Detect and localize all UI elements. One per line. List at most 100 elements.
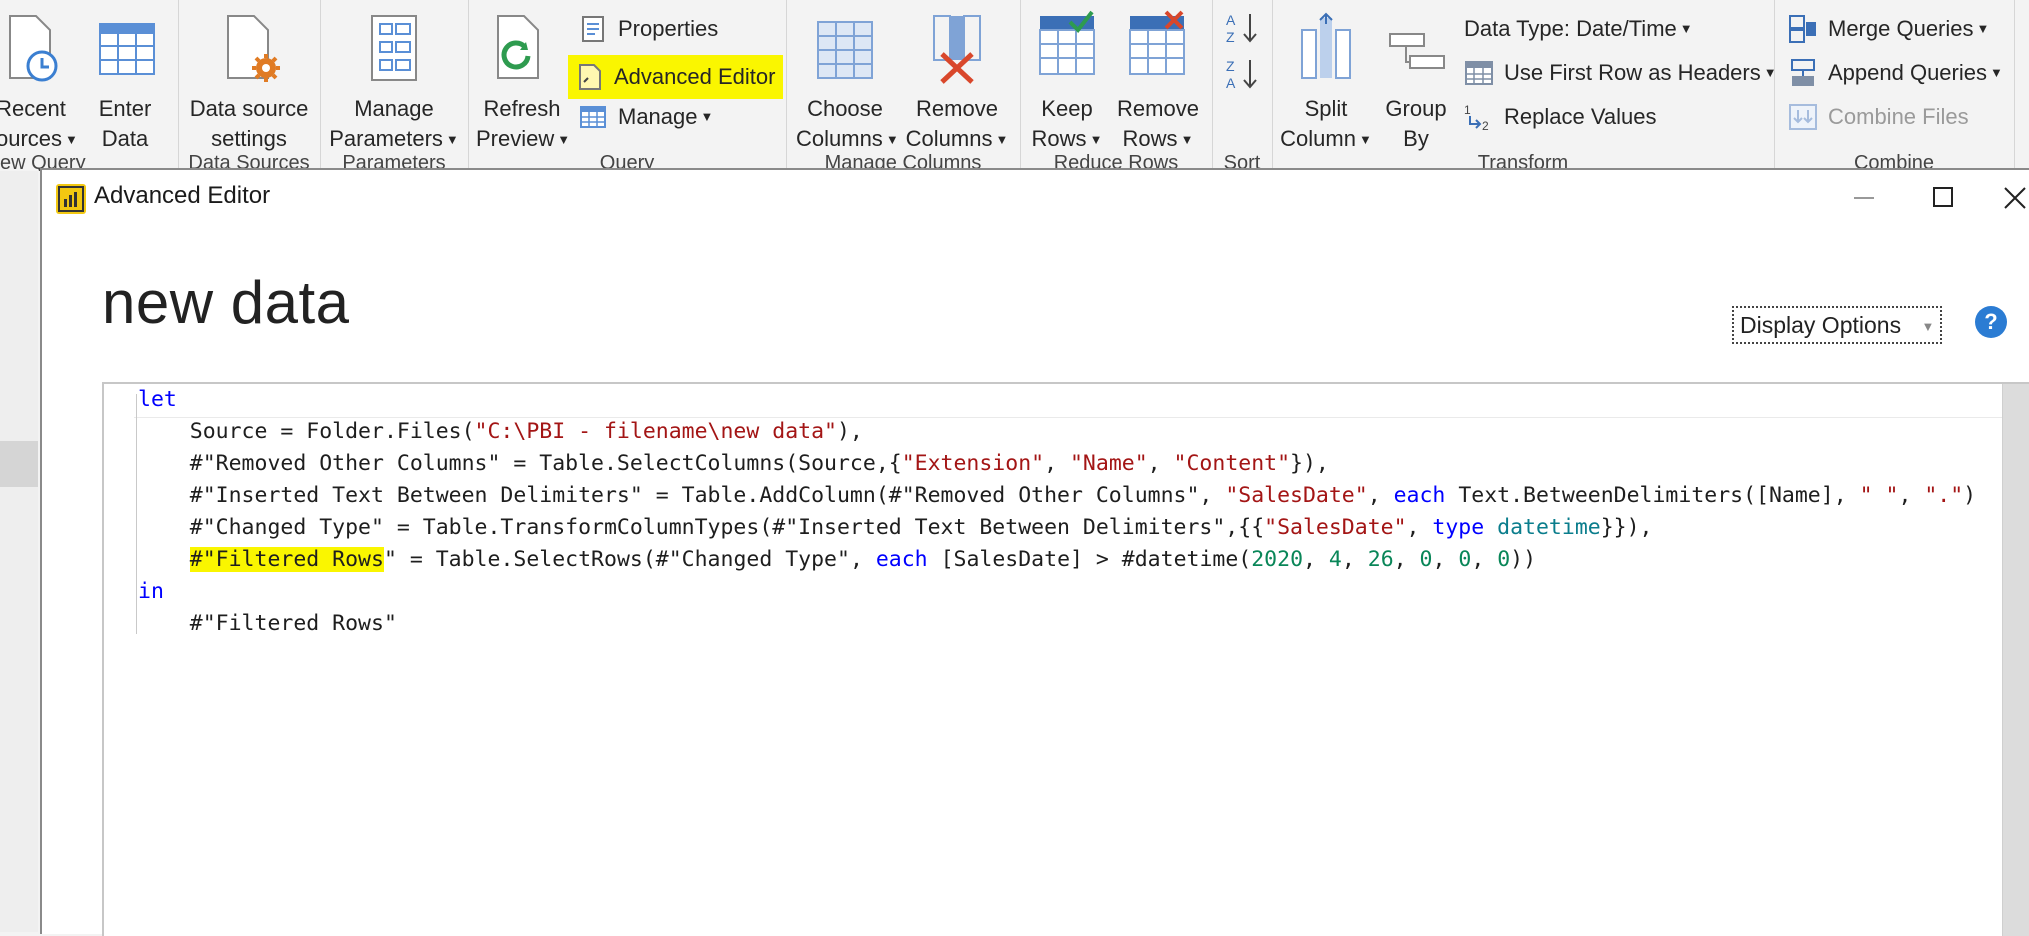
power-bi-icon — [56, 184, 86, 214]
chevron-down-icon: ▼ — [1976, 21, 1990, 36]
properties-icon — [578, 14, 608, 44]
merge-queries-button[interactable]: Merge Queries ▼ — [1788, 11, 1989, 47]
chevron-down-icon: ▼ — [1089, 132, 1103, 147]
manage-button[interactable]: Manage ▼ — [578, 99, 713, 135]
code-editor[interactable]: let Source = Folder.Files("C:\PBI - file… — [102, 382, 2029, 936]
svg-text:Z: Z — [1226, 29, 1235, 45]
code-line-4: #"Inserted Text Between Delimiters" = Ta… — [138, 483, 1977, 508]
window-title: Advanced Editor — [94, 182, 271, 209]
minimize-icon — [1854, 197, 1874, 199]
chevron-down-icon: ▼ — [995, 132, 1009, 147]
replace-values-button[interactable]: 12 Replace Values — [1464, 99, 1656, 135]
chevron-down-icon: ▼ — [1180, 132, 1194, 147]
chevron-down-icon: ▼ — [1358, 132, 1372, 147]
svg-text:Z: Z — [1226, 58, 1235, 74]
remove-columns-button[interactable]: Remove Columns ▼ — [904, 8, 1010, 151]
sort-ascending-icon: AZ — [1226, 12, 1257, 45]
refresh-preview-button[interactable]: Refresh Preview ▼ — [476, 8, 571, 151]
maximize-icon — [1933, 187, 1953, 207]
highlighted-step-name: #"Filtered Rows — [189, 547, 384, 572]
group-transform: Split Column ▼ Group By Data Type: Date/T… — [1272, 0, 1777, 171]
advanced-editor-button[interactable]: Advanced Editor — [568, 55, 784, 99]
close-icon — [2004, 187, 2026, 209]
chevron-down-icon: ▼ — [445, 132, 459, 147]
left-panel-selected-item[interactable] — [0, 441, 38, 487]
remove-rows-icon — [1114, 8, 1202, 94]
query-name-title: new data — [102, 269, 350, 336]
chevron-down-icon: ▼ — [65, 132, 78, 147]
append-queries-button[interactable]: Append Queries ▼ — [1788, 55, 2003, 91]
settings-doc-icon — [182, 8, 316, 94]
sort-ascending-button[interactable]: AZ — [1224, 10, 1260, 46]
data-source-settings-button[interactable]: Data source settings — [182, 8, 316, 151]
maximize-button[interactable] — [1921, 178, 1965, 218]
code-line-6: #"Filtered Rows" = Table.SelectRows(#"Ch… — [189, 547, 1537, 572]
code-scrollbar[interactable] — [2002, 384, 2029, 936]
svg-text:A: A — [1226, 75, 1236, 91]
sort-descending-button[interactable]: ZA — [1224, 56, 1260, 92]
group-combine: Merge Queries ▼ Append Queries ▼ Combine F… — [1774, 0, 2015, 171]
sort-descending-icon: ZA — [1226, 58, 1257, 91]
indent-guide — [136, 394, 137, 634]
data-type-dropdown[interactable]: Data Type: Date/Time ▼ — [1464, 11, 1693, 47]
recent-sources-icon — [0, 8, 66, 94]
chevron-down-icon: ▼ — [1990, 65, 2003, 80]
recent-sources-button[interactable]: Recent ources ▼ — [0, 8, 78, 151]
table-icon — [90, 8, 160, 94]
help-icon[interactable]: ? — [1975, 306, 2007, 338]
enter-data-button[interactable]: Enter Data — [90, 8, 160, 151]
remove-columns-icon — [904, 8, 1010, 94]
chevron-down-icon: ▼ — [700, 109, 714, 124]
remove-rows-button[interactable]: Remove Rows ▼ — [1114, 8, 1202, 151]
group-reduce-rows: Keep Rows ▼ Remove Rows ▼ Reduce Rows — [1020, 0, 1213, 171]
group-sort: AZ ZA Sort — [1212, 0, 1273, 171]
code-line-8: #"Filtered Rows" — [138, 611, 397, 636]
svg-text:2: 2 — [1482, 119, 1489, 132]
code-line-5: #"Changed Type" = Table.TransformColumnT… — [138, 515, 1653, 540]
window-titlebar[interactable]: Advanced Editor — [42, 170, 2029, 226]
split-column-icon — [1280, 8, 1372, 94]
keep-rows-icon — [1028, 8, 1106, 94]
chevron-down-icon: ▼ — [557, 132, 571, 147]
parameters-icon — [326, 8, 462, 94]
chevron-down-icon: ▼ — [1679, 21, 1693, 36]
group-manage-columns: Choose Columns ▼ Remove Columns ▼ Manage C… — [786, 0, 1021, 171]
code-line-3: #"Removed Other Columns" = Table.SelectC… — [138, 451, 1329, 476]
chevron-down-icon: ▼ — [885, 132, 899, 147]
group-data-sources: Data source settings Data Sources — [178, 0, 321, 171]
advanced-editor-window: Advanced Editor new data Display Options… — [40, 168, 2029, 936]
group-query: Refresh Preview ▼ Properties Advanced Edi… — [468, 0, 787, 171]
close-button[interactable] — [1992, 178, 2029, 218]
current-line-highlight — [134, 384, 2004, 418]
group-by-icon — [1380, 8, 1452, 94]
code-line-2: Source = Folder.Files("C:\PBI - filename… — [138, 419, 863, 444]
code-line-7: in — [138, 579, 164, 604]
use-first-row-as-headers-button[interactable]: Use First Row as Headers ▼ — [1464, 55, 1777, 91]
replace-values-icon: 12 — [1464, 102, 1494, 133]
refresh-icon — [476, 8, 568, 94]
choose-columns-button[interactable]: Choose Columns ▼ — [796, 8, 899, 151]
svg-text:1: 1 — [1464, 103, 1471, 117]
merge-queries-icon — [1788, 14, 1818, 44]
chevron-down-icon: ▼ — [1921, 319, 1935, 334]
group-by-button[interactable]: Group By — [1380, 8, 1452, 151]
svg-text:A: A — [1226, 12, 1236, 28]
table-icon — [578, 102, 608, 132]
append-queries-icon — [1788, 58, 1818, 88]
combine-files-icon — [1788, 102, 1818, 132]
properties-button[interactable]: Properties — [578, 11, 718, 47]
group-new-query: Recent ources ▼ Enter Data ew Query — [0, 0, 179, 171]
table-icon — [1464, 58, 1494, 88]
keep-rows-button[interactable]: Keep Rows ▼ — [1028, 8, 1106, 151]
ribbon: Recent ources ▼ Enter Data ew Query Data … — [0, 0, 2029, 171]
choose-columns-icon — [796, 8, 894, 94]
minimize-button[interactable] — [1842, 178, 1886, 218]
combine-files-button[interactable]: Combine Files — [1788, 99, 1969, 135]
code-line-1: let — [138, 387, 177, 412]
display-options-dropdown[interactable]: Display Options ▼ — [1732, 306, 1943, 344]
group-parameters: Manage Parameters ▼ Parameters — [320, 0, 469, 171]
left-panel-strip — [0, 171, 38, 932]
advanced-editor-icon — [574, 62, 604, 92]
split-column-button[interactable]: Split Column ▼ — [1280, 8, 1372, 151]
manage-parameters-button[interactable]: Manage Parameters ▼ — [326, 8, 462, 151]
